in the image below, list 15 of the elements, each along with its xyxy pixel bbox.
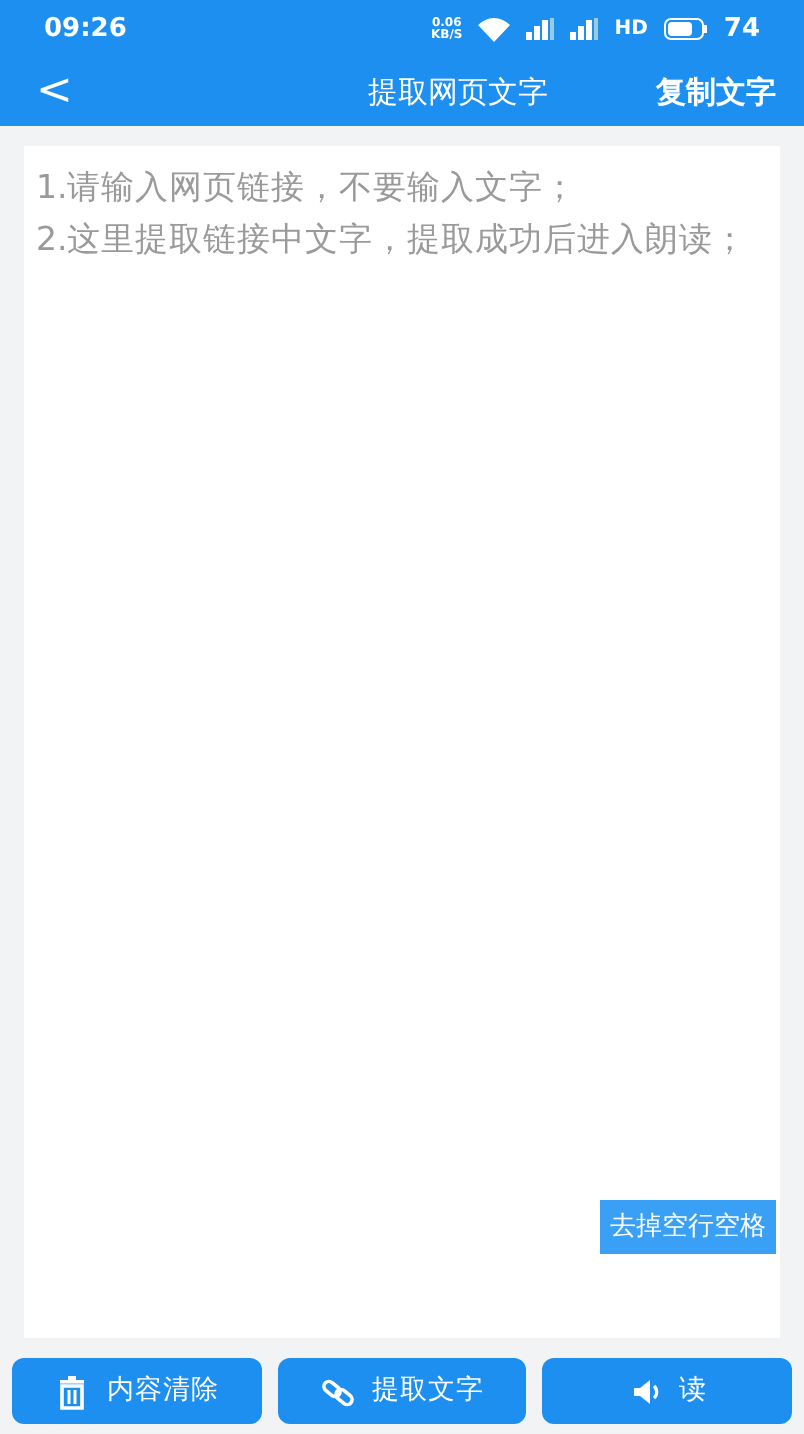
network-type: HD [614, 16, 648, 44]
back-button[interactable]: < [36, 70, 73, 114]
signal-icon [526, 18, 555, 40]
status-time: 09:26 [44, 11, 127, 48]
url-input-field[interactable]: 1.请输入网页链接，不要输入文字； 2.这里提取链接中文字，提取成功后进入朗读； 去掉空行空格 [24, 146, 780, 1338]
signal-icon [570, 18, 599, 40]
battery-percent: 74 [723, 11, 760, 48]
remove-blank-button[interactable]: 去掉空行空格 [600, 1199, 776, 1254]
copy-text-button[interactable]: 复制文字 [656, 69, 776, 115]
clear-button[interactable]: 内容清除 [12, 1358, 262, 1424]
battery-icon [663, 18, 708, 40]
wifi-icon [478, 17, 511, 41]
read-button[interactable]: 读 [542, 1358, 793, 1424]
extract-button[interactable]: 提取文字 [277, 1358, 527, 1424]
page-title: 提取网页文字 [368, 71, 548, 114]
